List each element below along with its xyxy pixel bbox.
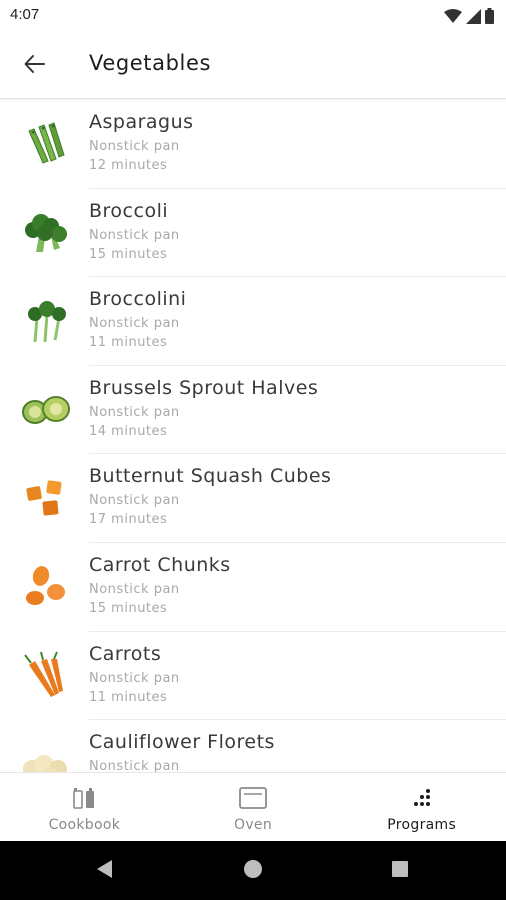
circle-home-icon [243, 859, 263, 883]
vegetable-list[interactable]: Asparagus Nonstick pan 12 minutes Brocco… [0, 100, 506, 772]
list-item[interactable]: Carrots Nonstick pan 11 minutes [0, 632, 506, 721]
item-method: Nonstick pan [89, 670, 180, 686]
item-method: Nonstick pan [89, 759, 180, 772]
battery-icon [485, 8, 494, 24]
brussels-sprout-icon [18, 382, 74, 438]
bottom-navigation: Cookbook Oven Programs [0, 772, 506, 841]
carrots-icon [18, 648, 74, 704]
tab-label: Oven [234, 817, 272, 833]
carrot-chunks-icon [18, 559, 74, 615]
cell-signal-icon [466, 8, 481, 24]
broccoli-icon [18, 205, 74, 261]
status-time: 4:07 [10, 6, 40, 23]
tab-label: Programs [387, 817, 457, 833]
tab-label: Cookbook [48, 817, 121, 833]
list-item[interactable]: Carrot Chunks Nonstick pan 15 minutes [0, 543, 506, 632]
item-time: 12 minutes [89, 158, 168, 173]
list-item[interactable]: Butternut Squash Cubes Nonstick pan 17 m… [0, 454, 506, 543]
item-name: Carrots [89, 642, 162, 665]
item-name: Cauliflower Florets [89, 731, 275, 754]
list-item[interactable]: Broccolini Nonstick pan 11 minutes [0, 277, 506, 366]
item-method: Nonstick pan [89, 581, 180, 597]
square-recents-icon [391, 860, 409, 882]
arrow-back-icon [23, 53, 45, 79]
triangle-back-icon [96, 859, 114, 883]
item-time: 17 minutes [89, 512, 168, 528]
tab-programs[interactable]: Programs [337, 773, 506, 841]
cauliflower-icon [18, 736, 74, 772]
list-item[interactable]: Brussels Sprout Halves Nonstick pan 14 m… [0, 366, 506, 455]
list-item[interactable]: Asparagus Nonstick pan 12 minutes [0, 100, 506, 189]
cookbook-icon [69, 785, 99, 811]
item-name: Carrot Chunks [89, 553, 231, 576]
system-recents-button[interactable] [388, 859, 412, 883]
status-bar: 4:07 [0, 0, 506, 32]
item-method: Nonstick pan [89, 227, 180, 243]
programs-icon [407, 785, 437, 811]
item-time: 15 minutes [89, 246, 168, 262]
item-time: 15 minutes [89, 600, 168, 616]
list-item[interactable]: Cauliflower Florets Nonstick pan [0, 720, 506, 772]
item-name: Butternut Squash Cubes [89, 465, 332, 488]
item-method: Nonstick pan [89, 493, 180, 509]
system-home-button[interactable] [241, 859, 265, 883]
item-method: Nonstick pan [89, 139, 180, 154]
status-icons [444, 8, 494, 24]
page-title: Vegetables [89, 51, 212, 75]
asparagus-icon [18, 116, 74, 172]
item-name: Brussels Sprout Halves [89, 376, 319, 399]
list-item[interactable]: Broccoli Nonstick pan 15 minutes [0, 189, 506, 278]
tab-oven[interactable]: Oven [169, 773, 338, 841]
back-button[interactable] [18, 50, 50, 82]
item-method: Nonstick pan [89, 316, 180, 332]
broccolini-icon [18, 293, 74, 349]
item-name: Broccoli [89, 199, 169, 222]
wifi-icon [444, 8, 462, 24]
item-method: Nonstick pan [89, 404, 180, 420]
system-navigation-bar [0, 841, 506, 900]
oven-icon [238, 785, 268, 811]
item-time: 14 minutes [89, 423, 168, 439]
item-time: 11 minutes [89, 335, 168, 351]
app-bar: Vegetables [0, 32, 506, 99]
item-time: 11 minutes [89, 689, 168, 705]
squash-cubes-icon [18, 470, 74, 526]
item-name: Broccolini [89, 288, 187, 311]
item-name: Asparagus [89, 111, 194, 133]
system-back-button[interactable] [93, 859, 117, 883]
tab-cookbook[interactable]: Cookbook [0, 773, 169, 841]
